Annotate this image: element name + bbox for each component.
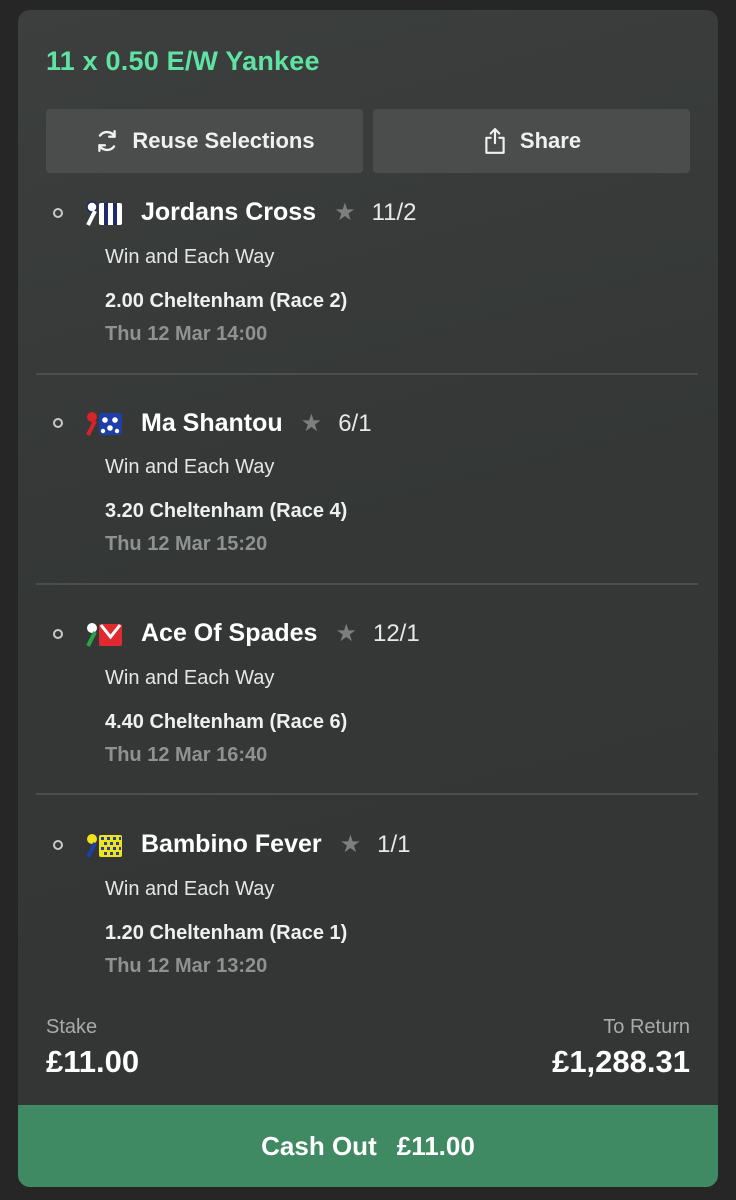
market-type: Win and Each Way (105, 878, 275, 900)
jockey-silk-icon (86, 201, 122, 226)
jockey-silk-icon (86, 623, 122, 647)
market-type: Win and Each Way (105, 667, 275, 689)
odds: 12/1 (372, 619, 420, 647)
share-label: Share (519, 128, 582, 153)
status-radio-icon (53, 629, 63, 639)
reuse-selections-button[interactable]: Reuse Selections (46, 109, 363, 173)
runner-name: Ma Shantou (141, 409, 283, 437)
race-name: 4.40 Cheltenham (Race 6) (105, 711, 348, 733)
star-icon[interactable]: ★ (301, 409, 323, 438)
runner-name: Ace Of Spades (141, 619, 318, 647)
race-time: Thu 12 Mar 15:20 (105, 533, 268, 555)
status-radio-icon (53, 840, 63, 850)
star-icon[interactable]: ★ (334, 198, 356, 227)
refresh-icon (98, 130, 117, 152)
divider (36, 373, 698, 375)
share-button[interactable]: Share (373, 109, 690, 173)
jockey-silk-icon (86, 834, 122, 858)
cash-out-label: Cash Out (261, 1130, 377, 1161)
race-name: 1.20 Cheltenham (Race 1) (105, 922, 348, 944)
runner-row: Ace Of Spades ★ 12/1 (141, 619, 420, 648)
runner-row: Bambino Fever ★ 1/1 (141, 830, 411, 859)
market-type: Win and Each Way (105, 456, 275, 478)
market-type: Win and Each Way (105, 246, 275, 268)
race-time: Thu 12 Mar 13:20 (105, 955, 268, 977)
runner-row: Jordans Cross ★ 11/2 (141, 198, 417, 227)
race-name: 2.00 Cheltenham (Race 2) (105, 290, 348, 312)
race-name: 3.20 Cheltenham (Race 4) (105, 500, 348, 522)
cash-out-amount: £11.00 (396, 1130, 475, 1161)
bet-card: 11 x 0.50 E/W Yankee Reuse Selections Sh… (18, 10, 718, 1187)
odds: 11/2 (371, 198, 417, 226)
odds: 1/1 (377, 830, 411, 858)
share-icon (485, 128, 505, 154)
cash-out-button[interactable]: Cash Out £11.00 (18, 1105, 718, 1187)
stake-value: £11.00 (46, 1044, 140, 1079)
stake-label: Stake (46, 1016, 98, 1038)
divider (36, 583, 698, 585)
jockey-silk-icon (86, 412, 122, 436)
runner-name: Jordans Cross (141, 198, 317, 226)
star-icon[interactable]: ★ (335, 619, 357, 648)
to-return-label: To Return (603, 1016, 690, 1038)
status-radio-icon (53, 208, 63, 218)
odds: 6/1 (338, 409, 372, 437)
race-time: Thu 12 Mar 14:00 (105, 323, 268, 345)
divider (36, 793, 698, 795)
status-radio-icon (53, 418, 63, 428)
race-time: Thu 12 Mar 16:40 (105, 744, 268, 766)
reuse-selections-label: Reuse Selections (132, 128, 315, 153)
bet-title: 11 x 0.50 E/W Yankee (46, 46, 320, 76)
star-icon[interactable]: ★ (340, 830, 362, 859)
runner-name: Bambino Fever (141, 830, 322, 858)
to-return-value: £1,288.31 (552, 1044, 690, 1079)
runner-row: Ma Shantou ★ 6/1 (141, 409, 372, 438)
